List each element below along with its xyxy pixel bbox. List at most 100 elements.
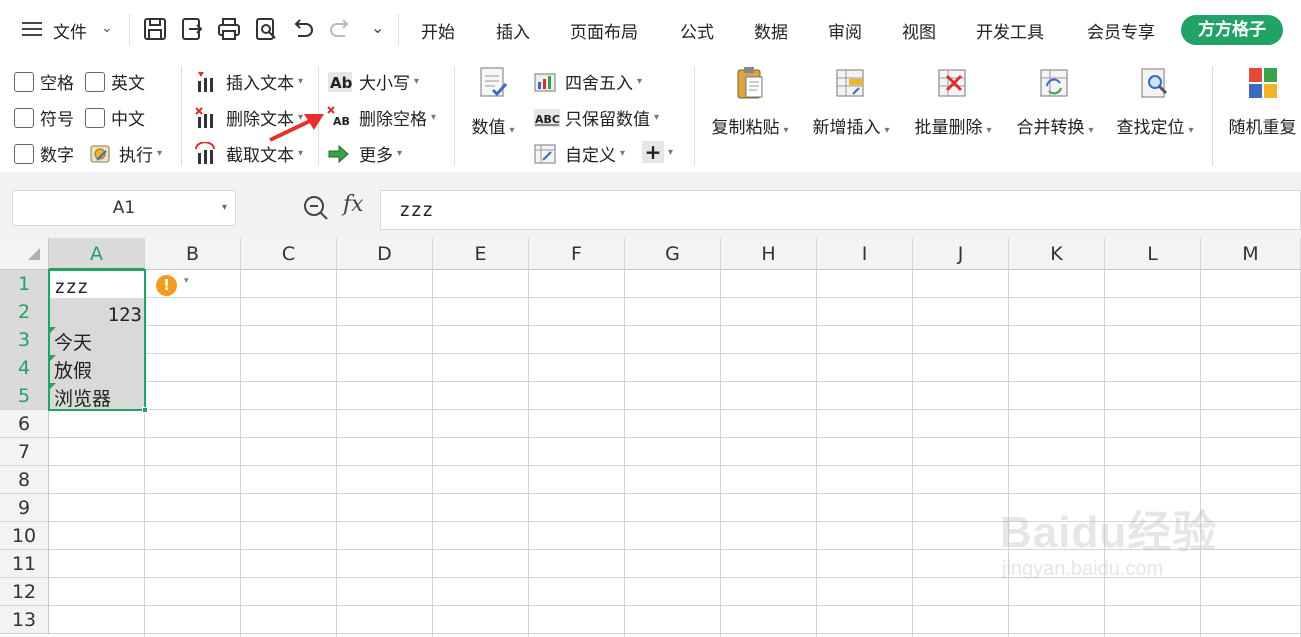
print-preview-icon[interactable] (253, 16, 279, 42)
export-icon[interactable] (179, 16, 205, 42)
row-header-3[interactable]: 3 (0, 326, 49, 354)
cell-a4[interactable]: 放假 (54, 357, 92, 385)
column-header-f[interactable]: F (529, 238, 625, 270)
checkbox-space[interactable]: 空格 (14, 69, 74, 94)
save-icon[interactable] (142, 16, 168, 42)
name-box-dropdown-icon[interactable]: ▾ (222, 191, 227, 225)
row-header-10[interactable]: 10 (0, 522, 49, 550)
cell-a2[interactable]: 123 (49, 301, 142, 329)
column-header-i[interactable]: I (817, 238, 913, 270)
extract-text-button[interactable]: 截取文本 ▾ (194, 141, 303, 166)
row-header-2[interactable]: 2 (0, 298, 49, 326)
file-menu[interactable]: 文件 (53, 18, 87, 43)
cell-a3[interactable]: 今天 (54, 329, 92, 357)
column-header-m[interactable]: M (1201, 238, 1301, 270)
row-header-9[interactable]: 9 (0, 494, 49, 522)
tab-data[interactable]: 数据 (754, 18, 788, 43)
delete-space-icon: AB (327, 105, 350, 128)
grid-row-line (49, 381, 1301, 382)
delete-space-button[interactable]: AB 删除空格 ▾ (327, 105, 436, 130)
grid-row-line (49, 297, 1301, 298)
tab-insert[interactable]: 插入 (496, 18, 530, 43)
execute-button[interactable]: 执行 ▾ (89, 141, 162, 166)
row-header-6[interactable]: 6 (0, 410, 49, 438)
warning-dropdown-icon[interactable]: ▾ (184, 276, 189, 286)
column-header-b[interactable]: B (145, 238, 241, 270)
column-header-l[interactable]: L (1105, 238, 1201, 270)
checkbox-english[interactable]: 英文 (85, 69, 145, 94)
formula-input[interactable]: zzz (380, 190, 1301, 230)
random-repeat-button[interactable]: 随机重复 (1224, 66, 1301, 138)
row-header-8[interactable]: 8 (0, 466, 49, 494)
batch-delete-button[interactable]: 批量删除 ▾ (908, 66, 998, 138)
file-chevron-icon[interactable]: ⌄ (101, 20, 113, 36)
print-icon[interactable] (216, 16, 242, 42)
magnifier-doc-icon (1141, 68, 1168, 98)
row-header-1[interactable]: 1 (0, 270, 49, 298)
row-header-4[interactable]: 4 (0, 354, 49, 382)
grid-row-line (49, 633, 1301, 634)
text-format-marker (50, 327, 56, 333)
column-header-g[interactable]: G (625, 238, 721, 270)
grid-row-line (49, 465, 1301, 466)
tab-home[interactable]: 开始 (421, 18, 455, 43)
insert-text-button[interactable]: 插入文本 ▾ (194, 69, 303, 94)
column-header-e[interactable]: E (433, 238, 529, 270)
zoom-icon[interactable] (302, 194, 330, 222)
green-arrow-icon (328, 144, 349, 163)
name-box[interactable]: A1 ▾ (12, 190, 236, 226)
column-header-j[interactable]: J (913, 238, 1009, 270)
clipboard-icon (737, 67, 763, 99)
quick-access-chevron-icon[interactable]: ⌄ (371, 18, 384, 37)
row-header-5[interactable]: 5 (0, 382, 49, 410)
select-all-corner[interactable] (0, 238, 49, 270)
row-header-11[interactable]: 11 (0, 550, 49, 578)
keep-value-button[interactable]: ABC 只保留数值 ▾ (533, 105, 659, 130)
grid-row-line (49, 325, 1301, 326)
custom-button[interactable]: 自定义 ▾ (533, 141, 625, 166)
column-header-k[interactable]: K (1009, 238, 1105, 270)
hamburger-menu-icon[interactable] (22, 20, 44, 38)
abc-icon: ABC (534, 108, 560, 127)
row-header-13[interactable]: 13 (0, 606, 49, 634)
row-header-7[interactable]: 7 (0, 438, 49, 466)
merge-convert-button[interactable]: 合并转换 ▾ (1010, 66, 1100, 138)
column-header-h[interactable]: H (721, 238, 817, 270)
tab-formulas[interactable]: 公式 (680, 18, 714, 43)
row-header-12[interactable]: 12 (0, 578, 49, 606)
tab-page-layout[interactable]: 页面布局 (570, 18, 638, 43)
fx-icon[interactable]: fx (343, 192, 364, 217)
formula-bar: A1 ▾ fx zzz (0, 172, 1301, 238)
fill-handle[interactable] (142, 407, 148, 413)
add-icon[interactable]: + ▾ (642, 141, 680, 163)
redo-icon[interactable] (327, 16, 353, 42)
tab-fangfang-gezi[interactable]: 方方格子 (1181, 15, 1283, 45)
insert-row-icon (836, 69, 864, 97)
column-header-a[interactable]: A (49, 238, 145, 270)
svg-text:ABC: ABC (535, 113, 560, 126)
svg-text:AB: AB (333, 115, 350, 128)
column-header-c[interactable]: C (241, 238, 337, 270)
round-button[interactable]: 四舍五入 ▾ (533, 69, 642, 94)
checkbox-chinese[interactable]: 中文 (85, 105, 145, 130)
checkbox-symbol[interactable]: 符号 (14, 105, 74, 130)
undo-icon[interactable] (290, 16, 316, 42)
text-format-marker (50, 383, 56, 389)
add-insert-button[interactable]: 新增插入 ▾ (806, 66, 896, 138)
find-locate-button[interactable]: 查找定位 ▾ (1110, 66, 1200, 138)
tab-view[interactable]: 视图 (902, 18, 936, 43)
cell-a1[interactable]: zzz (54, 273, 88, 301)
tab-review[interactable]: 审阅 (828, 18, 862, 43)
delete-grid-icon (938, 69, 966, 97)
column-header-d[interactable]: D (337, 238, 433, 270)
value-button[interactable]: 数值 ▾ (466, 66, 520, 138)
checkbox-number[interactable]: 数字 (14, 141, 74, 166)
tab-member[interactable]: 会员专享 (1087, 18, 1155, 43)
more-button[interactable]: 更多 ▾ (327, 141, 402, 166)
copy-paste-button[interactable]: 复制粘贴 ▾ (706, 66, 794, 138)
cell-a5[interactable]: 浏览器 (54, 385, 111, 413)
extract-text-icon (195, 141, 215, 164)
tab-developer[interactable]: 开发工具 (976, 18, 1044, 43)
case-button[interactable]: Ab 大小写 ▾ (327, 69, 419, 94)
error-warning-icon[interactable]: ! (156, 275, 177, 296)
